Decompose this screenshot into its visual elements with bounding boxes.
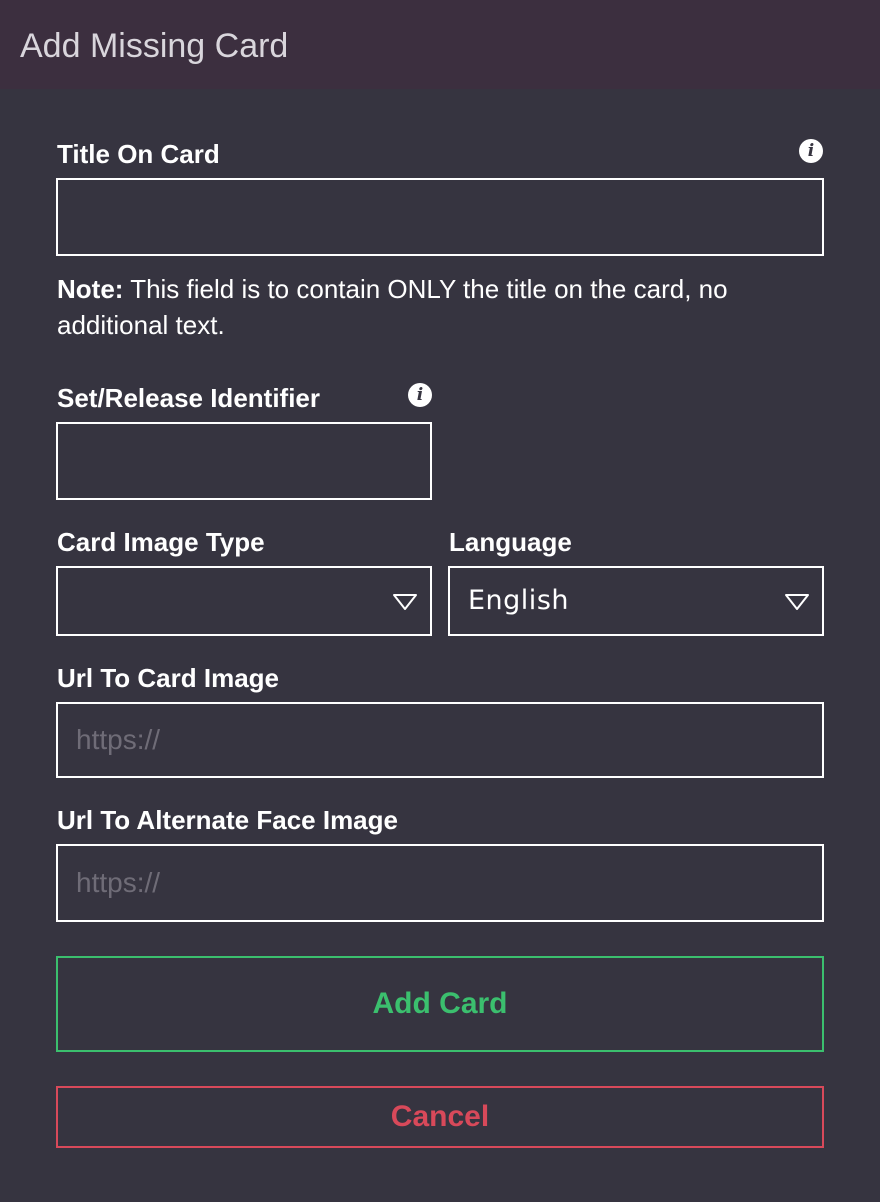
url-card-image-input[interactable]	[56, 702, 824, 778]
language-value: English	[468, 585, 569, 616]
language-label: Language	[449, 527, 572, 557]
chevron-down-icon	[785, 594, 809, 610]
title-on-card-input[interactable]	[56, 178, 824, 256]
note-text: This field is to contain ONLY the title …	[57, 274, 728, 340]
set-identifier-input[interactable]	[56, 422, 432, 500]
card-image-type-select[interactable]	[56, 566, 432, 636]
note-prefix: Note:	[57, 274, 124, 304]
language-select[interactable]: English	[448, 566, 824, 636]
dialog-header: Add Missing Card	[0, 0, 880, 89]
set-identifier-label: Set/Release Identifier	[57, 383, 320, 413]
title-note: Note: This field is to contain ONLY the …	[57, 271, 827, 343]
title-on-card-label: Title On Card	[57, 139, 220, 169]
url-alternate-face-label: Url To Alternate Face Image	[57, 805, 398, 835]
cancel-button[interactable]: Cancel	[56, 1086, 824, 1148]
card-image-type-label: Card Image Type	[57, 527, 265, 557]
url-card-image-label: Url To Card Image	[57, 663, 280, 693]
info-icon[interactable]: i	[799, 139, 823, 163]
info-icon[interactable]: i	[408, 383, 432, 407]
dialog-title: Add Missing Card	[20, 27, 289, 65]
chevron-down-icon	[393, 594, 417, 610]
add-card-button[interactable]: Add Card	[56, 956, 824, 1052]
url-alternate-face-input[interactable]	[56, 844, 824, 922]
